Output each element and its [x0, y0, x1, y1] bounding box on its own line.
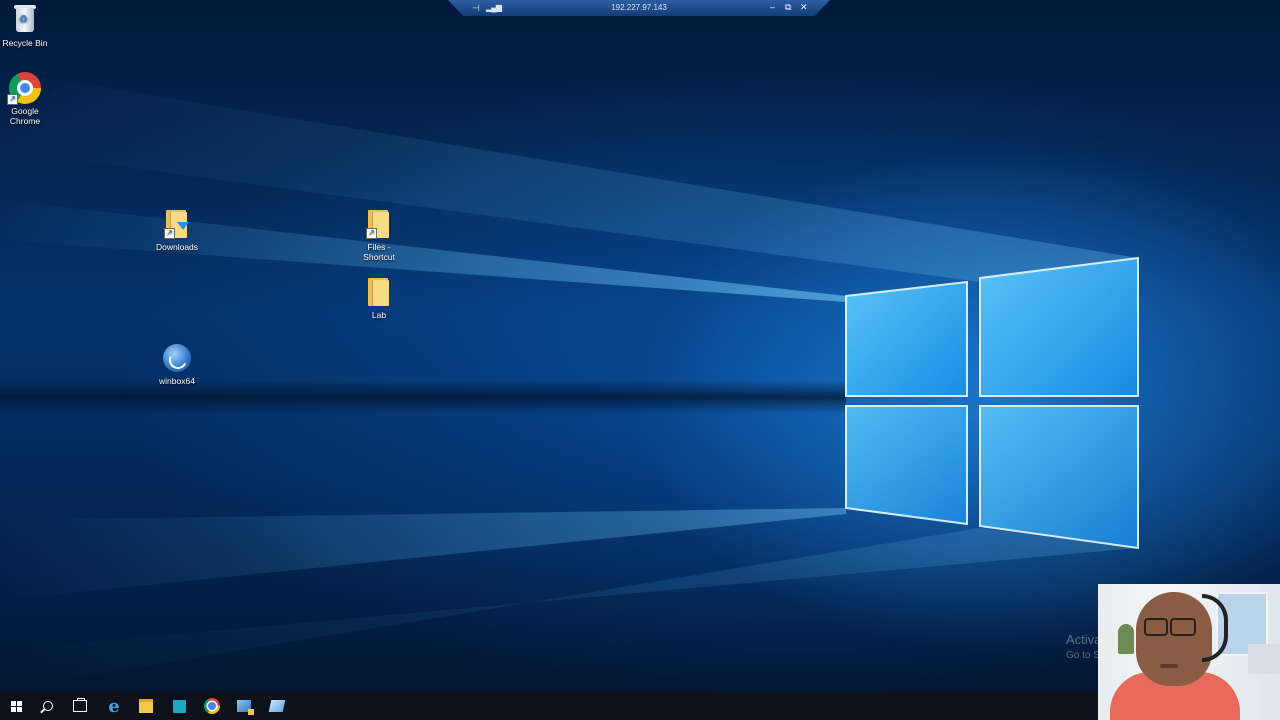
downloads-folder-icon: ↗ [160, 208, 194, 240]
desktop-icon-label: Lab [371, 310, 387, 320]
chrome-icon[interactable] [196, 692, 228, 720]
file-explorer-icon[interactable] [130, 692, 162, 720]
desktop-icon-label: winbox64 [159, 376, 195, 386]
desktop-icon-lab[interactable]: Lab [341, 276, 417, 320]
restore-button[interactable]: ⧉ [785, 2, 791, 13]
desktop-icon-recycle-bin[interactable]: ♻ Recycle Bin [0, 4, 63, 48]
webcam-person-mouth [1160, 664, 1178, 668]
folder-icon [362, 276, 396, 308]
desktop-icon-label: Downloads [155, 242, 199, 252]
winbox-icon [160, 342, 194, 374]
desktop-icon-winbox64[interactable]: winbox64 [139, 342, 215, 386]
minimize-button[interactable]: – [770, 2, 775, 12]
powershell-icon[interactable] [261, 692, 293, 720]
desktop-icon-label: Google Chrome [9, 106, 41, 126]
webcam-background-plant [1118, 624, 1134, 654]
search-icon[interactable] [32, 692, 64, 720]
webcam-overlay [1098, 584, 1280, 720]
folder-shortcut-icon: ↗ [362, 208, 396, 240]
webcam-glasses-right [1170, 618, 1196, 636]
recycle-bin-icon: ♻ [8, 4, 42, 36]
task-view-icon[interactable] [64, 692, 96, 720]
activation-watermark: Activa Go to S [1066, 632, 1101, 661]
internet-explorer-glyph: e [108, 695, 120, 717]
webcam-person-head [1136, 592, 1212, 686]
chrome-icon: ↗ [7, 72, 42, 105]
server-manager-icon[interactable] [228, 692, 260, 720]
server-manager-store-icon[interactable] [163, 692, 195, 720]
close-button[interactable]: ✕ [800, 2, 808, 13]
rdp-connection-bar[interactable]: ⊣ ▂▄▆ 192.227.97.143 – ⧉ ✕ [448, 0, 830, 16]
desktop-icon-files-shortcut[interactable]: ↗ Files - Shortcut [341, 208, 417, 262]
windows-start-icon[interactable] [0, 692, 32, 720]
taskbar: e [0, 692, 1280, 720]
activation-line-2: Go to S [1066, 650, 1100, 661]
activation-line-1: Activa [1066, 632, 1102, 647]
desktop-icon-label: Recycle Bin [2, 38, 48, 48]
desktop-icon-downloads[interactable]: ↗ Downloads [139, 208, 215, 252]
desktop: ♻ Recycle Bin ↗ Google Chrome ↗ Download… [0, 0, 1280, 692]
internet-explorer-icon[interactable]: e [98, 692, 130, 720]
webcam-background-sofa [1248, 644, 1280, 674]
desktop-icon-google-chrome[interactable]: ↗ Google Chrome [0, 72, 63, 126]
desktop-icon-label: Files - Shortcut [363, 242, 395, 262]
webcam-glasses-left [1144, 618, 1168, 636]
